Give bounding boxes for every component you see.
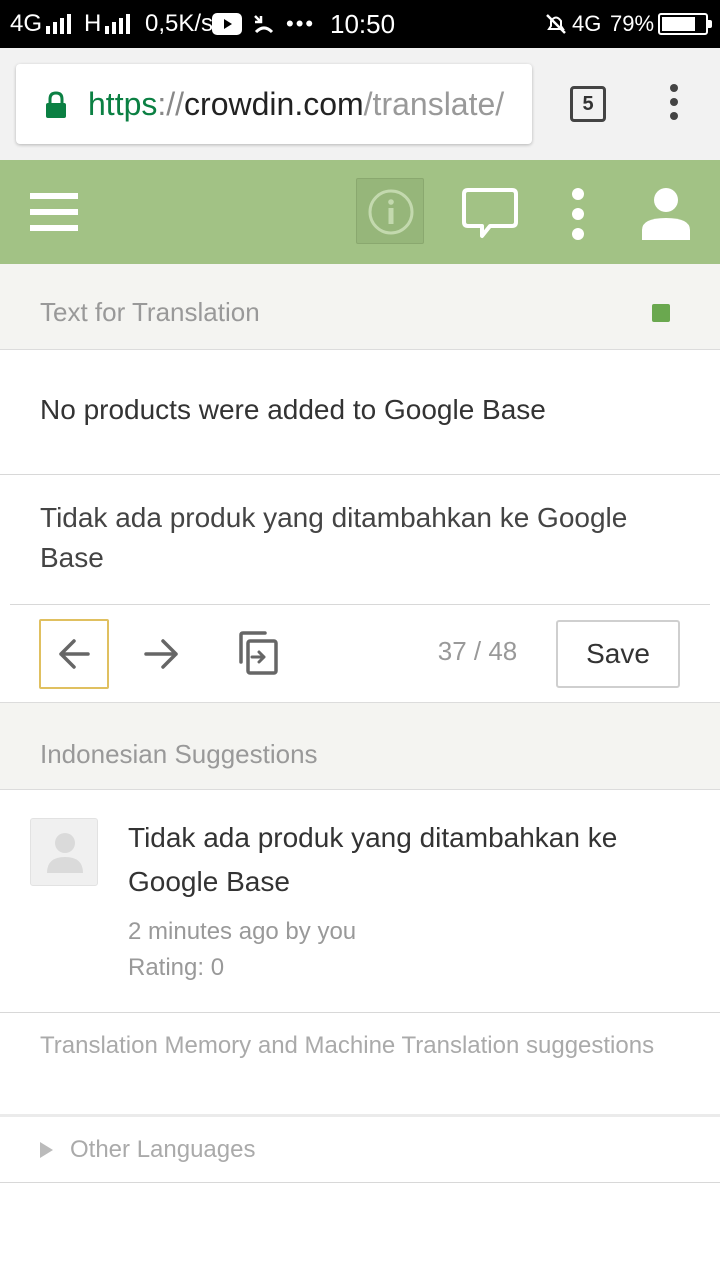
avatar [30, 818, 98, 886]
lock-icon [46, 91, 66, 118]
battery-percent: 79% [610, 11, 655, 36]
suggestion-rating: Rating: 0 [128, 954, 225, 981]
other-languages-toggle[interactable]: Other Languages [40, 1132, 255, 1168]
missed-call-icon [252, 0, 276, 48]
alarm-off-icon [544, 0, 568, 48]
copy-source-button[interactable] [224, 619, 294, 689]
info-icon [368, 189, 414, 235]
menu-icon[interactable] [30, 193, 78, 231]
app-toolbar [0, 160, 720, 264]
signal-group-mid: H [84, 0, 131, 48]
tab-switcher-button[interactable]: 5 [570, 86, 606, 122]
other-languages-label: Other Languages [70, 1136, 256, 1163]
divider [0, 1012, 720, 1013]
clock: 10:50 [330, 8, 396, 39]
status-bar: 4G H 0,5K/s ••• 10:50 4G 79% [0, 0, 720, 48]
arrow-left-icon [59, 639, 90, 669]
suggestion-meta: 2 minutes ago by you Rating: 0 [128, 914, 356, 986]
signal-bars-icon [105, 14, 131, 34]
suggestion-time-author: 2 minutes ago by you [128, 918, 357, 945]
arrow-right-icon [144, 639, 178, 669]
suggestions-header: Indonesian Suggestions [0, 702, 720, 790]
save-button[interactable]: Save [556, 620, 680, 688]
text-for-translation-header: Text for Translation [0, 264, 720, 350]
network-speed: 0,5K/s [145, 10, 214, 37]
divider [0, 1114, 720, 1117]
url-bar[interactable]: https://crowdin.com/translate/ [16, 64, 532, 144]
expand-triangle-icon [40, 1142, 53, 1158]
previous-string-button[interactable] [39, 619, 109, 689]
browser-toolbar: https://crowdin.com/translate/ 5 [0, 48, 720, 160]
youtube-icon [212, 0, 242, 48]
status-indicator [652, 304, 670, 322]
next-string-button[interactable] [126, 619, 196, 689]
divider [0, 474, 720, 475]
section-title: Indonesian Suggestions [40, 739, 318, 769]
info-button[interactable] [356, 178, 424, 244]
signal-group-left: 4G [10, 0, 72, 48]
browser-menu-icon[interactable] [660, 84, 688, 124]
network-type-label: 4G [10, 10, 43, 37]
battery-icon [658, 13, 712, 35]
tm-mt-suggestions-label[interactable]: Translation Memory and Machine Translati… [40, 1028, 680, 1064]
section-title: Text for Translation [40, 297, 260, 327]
copy-source-icon [239, 631, 278, 675]
network-type-label: H [84, 10, 102, 37]
source-text: No products were added to Google Base [40, 394, 546, 425]
network-type-label: 4G [572, 11, 602, 36]
string-counter: 37 / 48 [437, 636, 518, 666]
translation-input[interactable]: Tidak ada produk yang ditambahkan ke Goo… [40, 498, 680, 578]
suggestion-text[interactable]: Tidak ada produk yang ditambahkan ke Goo… [128, 816, 688, 904]
signal-bars-icon [46, 14, 72, 34]
divider [0, 1182, 720, 1183]
divider [10, 604, 710, 605]
url-text: https://crowdin.com/translate/ [88, 86, 505, 122]
user-icon[interactable] [638, 186, 694, 240]
more-vert-icon[interactable] [566, 188, 590, 240]
more-notifications-icon: ••• [286, 11, 316, 36]
comment-icon[interactable] [460, 186, 520, 242]
